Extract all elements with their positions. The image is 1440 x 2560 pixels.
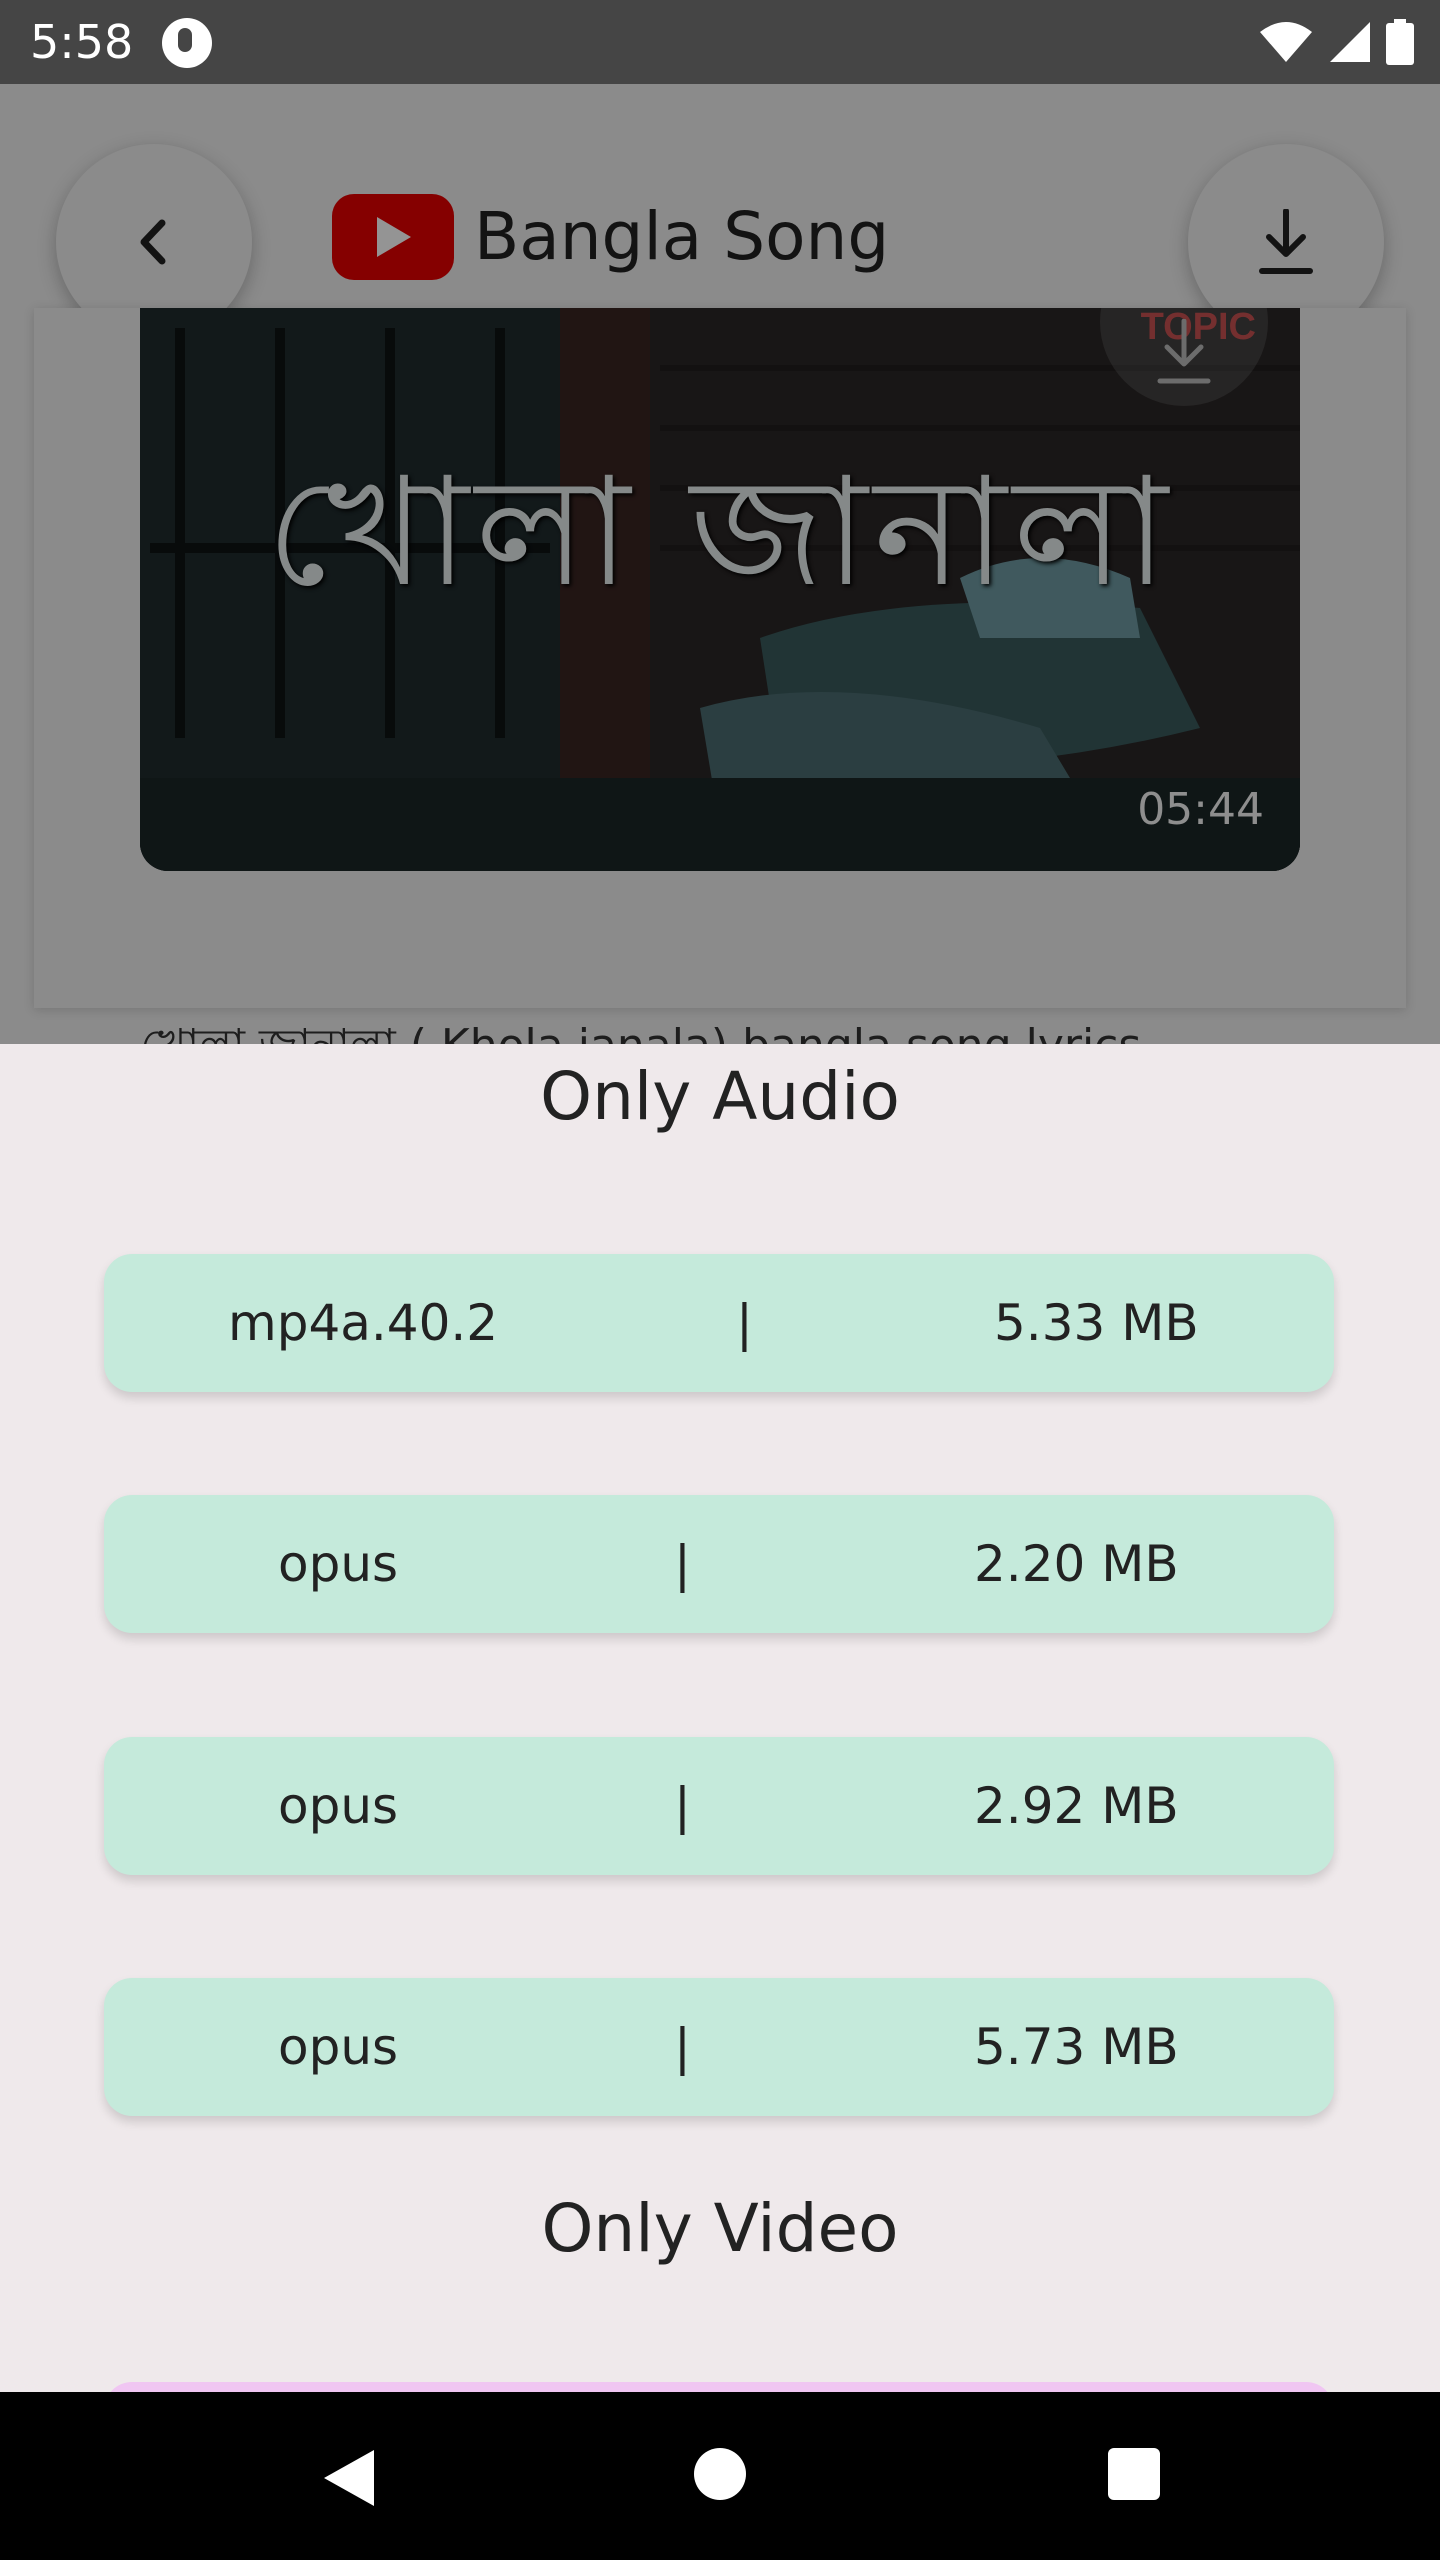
status-bar: 5:58 xyxy=(0,0,1440,84)
format-separator: | xyxy=(674,2018,691,2076)
status-time: 5:58 xyxy=(30,15,134,69)
nav-home-icon[interactable] xyxy=(694,2448,746,2500)
audio-format-row[interactable]: mp4a.40.2 | 5.33 MB xyxy=(104,1254,1334,1392)
video-format-row[interactable] xyxy=(104,2382,1334,2392)
format-separator: | xyxy=(674,1777,691,1835)
navigation-bar xyxy=(0,2392,1440,2560)
format-codec: mp4a.40.2 xyxy=(228,1294,499,1352)
app-notification-icon xyxy=(162,18,212,68)
battery-icon xyxy=(1386,19,1414,65)
only-audio-title: Only Audio xyxy=(540,1058,900,1135)
format-codec: opus xyxy=(278,1777,399,1835)
format-separator: | xyxy=(736,1294,753,1352)
nav-recents-icon[interactable] xyxy=(1108,2448,1160,2500)
audio-format-row[interactable]: opus | 2.92 MB xyxy=(104,1737,1334,1875)
only-video-title: Only Video xyxy=(541,2190,899,2267)
wifi-icon xyxy=(1260,22,1312,62)
audio-format-row[interactable]: opus | 2.20 MB xyxy=(104,1495,1334,1633)
format-size: 5.73 MB xyxy=(974,2018,1179,2076)
audio-format-row[interactable]: opus | 5.73 MB xyxy=(104,1978,1334,2116)
modal-scrim[interactable] xyxy=(0,84,1440,1044)
format-bottom-sheet: Only Audio mp4a.40.2 | 5.33 MB opus | 2.… xyxy=(0,1044,1440,2392)
format-size: 2.20 MB xyxy=(974,1535,1179,1593)
cellular-signal-icon xyxy=(1330,22,1370,62)
format-separator: | xyxy=(674,1535,691,1593)
nav-back-icon[interactable] xyxy=(322,2448,376,2508)
format-codec: opus xyxy=(278,2018,399,2076)
status-icons xyxy=(1258,18,1414,66)
format-size: 5.33 MB xyxy=(994,1294,1199,1352)
format-size: 2.92 MB xyxy=(974,1777,1179,1835)
format-codec: opus xyxy=(278,1535,399,1593)
